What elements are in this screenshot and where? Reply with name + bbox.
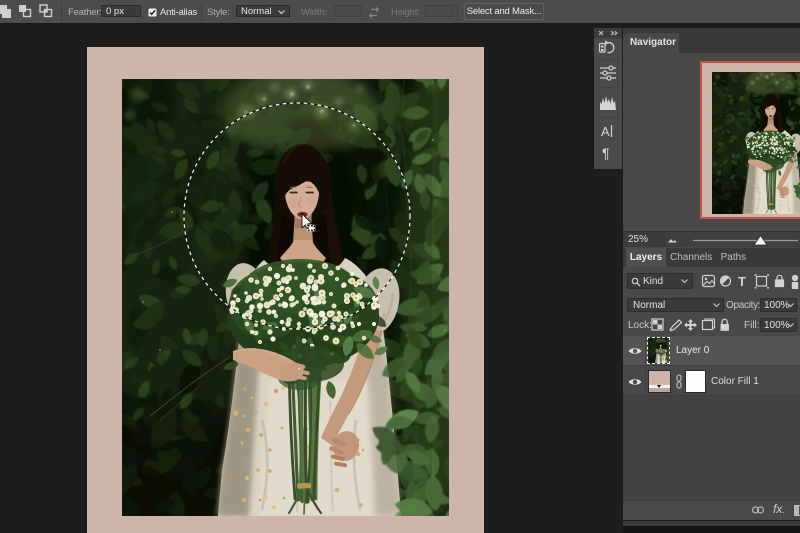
svg-text:T: T (738, 274, 746, 289)
svg-text:¶: ¶ (602, 145, 610, 161)
svg-text:A: A (601, 124, 610, 139)
